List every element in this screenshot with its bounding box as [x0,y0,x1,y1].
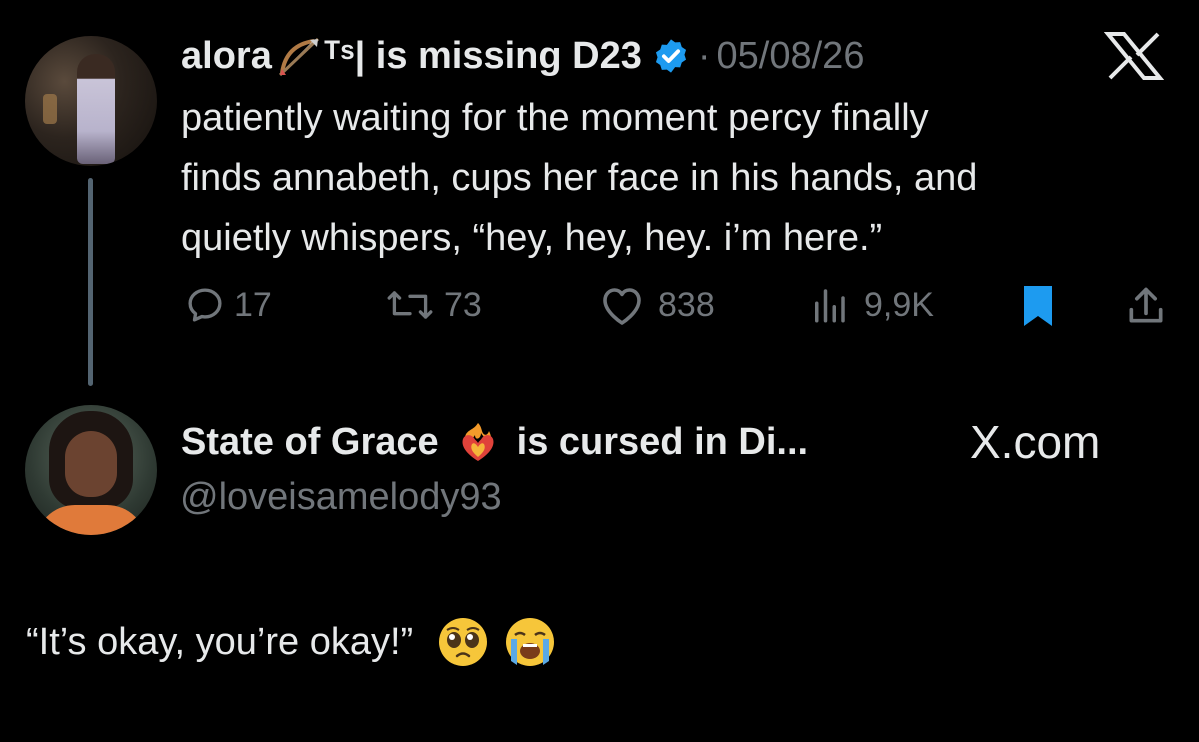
tweet-date[interactable]: 05/08/26 [717,35,865,78]
x-logo-icon[interactable] [1103,30,1168,86]
views-count: 9,9K [864,285,934,324]
quote-handle-text: @loveisamelody93 [180,476,502,518]
x-com-text: X.com [970,416,1101,468]
views-icon [808,284,850,326]
author-name[interactable]: alora [181,35,272,78]
heart-on-fire-icon [453,417,503,467]
like-button[interactable]: 838 [598,282,715,328]
tweet-text-line: patiently waiting for the moment percy f… [181,97,929,139]
quote-header: State of Grace is cursed in Di... [181,414,808,470]
reply-icon [184,284,226,326]
repost-icon [384,284,436,326]
bookmark-icon[interactable] [1018,284,1058,328]
author-name-suffix: ᵀˢ| is missing D23 [323,34,642,77]
views-button[interactable]: 9,9K [808,282,934,328]
quote-author-name-part2[interactable]: is cursed in Di... [517,421,808,464]
crying-face-icon [503,615,557,669]
quote-author-name-part1[interactable]: State of Grace [181,421,439,464]
reply-button[interactable]: 17 [184,282,272,328]
x-com-label[interactable]: X.com [970,412,1100,472]
quote-author-avatar[interactable] [25,405,157,535]
verified-badge-icon [652,37,690,75]
reply-count: 17 [234,285,272,324]
quote-body: “It’s okay, you’re okay!” [26,612,557,672]
quote-text: “It’s okay, you’re okay!” [26,620,414,663]
avatar-face [65,431,117,497]
thread-connector-line [88,178,93,386]
tweet-text-line: finds annabeth, cups her face in his han… [181,157,978,199]
share-icon[interactable] [1124,284,1168,328]
tweet-header: alora ᵀˢ| is missing D23 · 05/08/26 [181,28,864,84]
tweet-text-line: quietly whispers, “hey, hey, hey. i’m he… [181,217,883,259]
avatar-background-lamp [43,94,57,124]
avatar-figure [77,54,115,164]
repost-count: 73 [444,285,482,324]
author-avatar[interactable] [25,36,157,166]
like-icon [598,283,646,327]
quote-handle[interactable]: @loveisamelody93 [180,470,502,524]
pleading-face-icon [437,616,489,668]
like-count: 838 [658,285,715,324]
tweet-body: patiently waiting for the moment percy f… [181,88,977,268]
bow-and-arrow-icon [276,33,322,79]
header-separator: · [697,34,711,77]
repost-button[interactable]: 73 [384,282,482,328]
avatar-shirt [35,505,147,535]
